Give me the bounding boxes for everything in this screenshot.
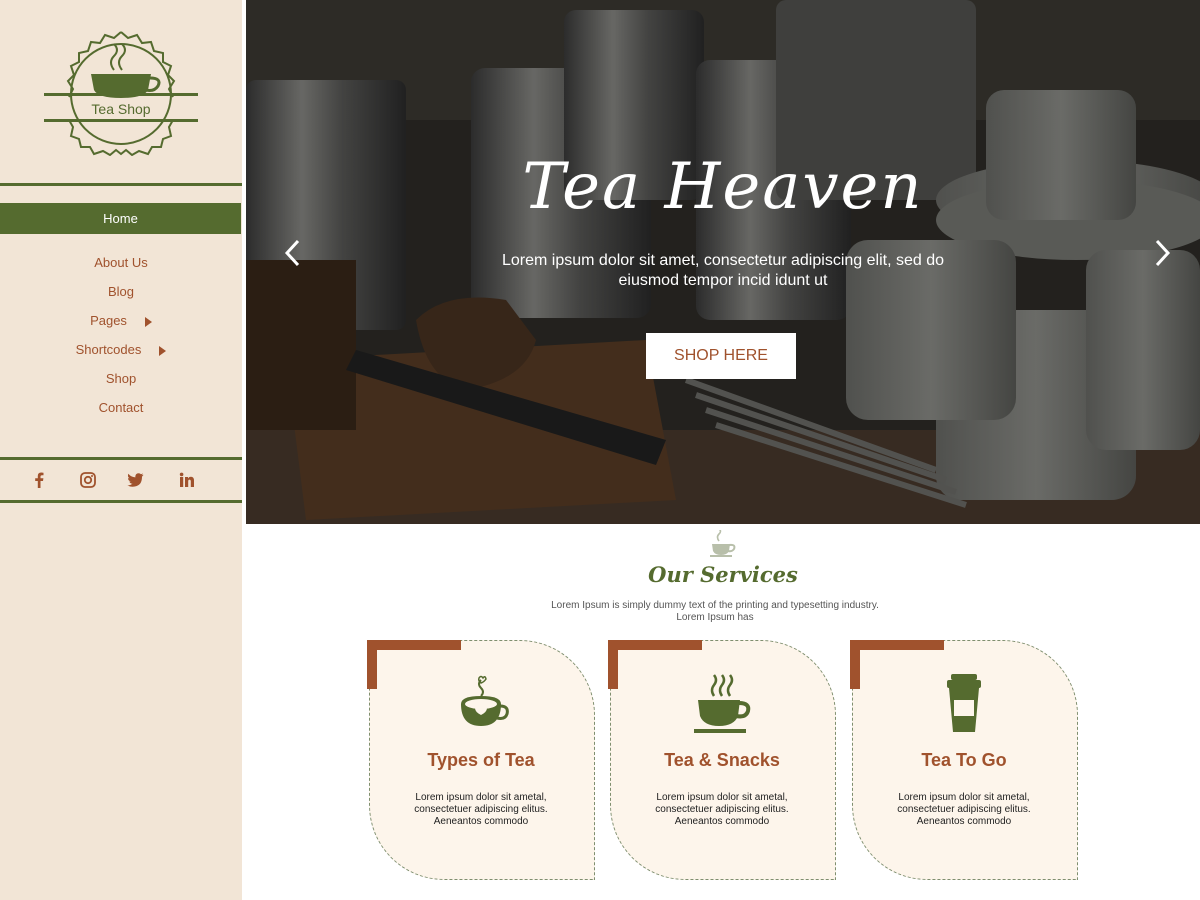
nav-item-contact[interactable]: Contact bbox=[0, 398, 242, 418]
nav-item-home[interactable]: Home bbox=[0, 203, 241, 234]
submenu-arrow-icon[interactable] bbox=[159, 345, 167, 356]
card-corner-accent bbox=[367, 640, 377, 689]
service-card-types-of-tea[interactable]: Types of Tea Lorem ipsum dolor sit ameta… bbox=[367, 640, 595, 882]
card-text: Lorem ipsum dolor sit ametal, consectetu… bbox=[897, 792, 1031, 827]
social-links bbox=[0, 470, 242, 490]
steaming-cup-icon bbox=[694, 674, 751, 733]
sidebar-divider bbox=[0, 500, 242, 503]
instagram-icon[interactable] bbox=[78, 470, 98, 490]
nav-item-label: Shortcodes bbox=[75, 342, 142, 357]
card-text: Lorem ipsum dolor sit ametal, consectetu… bbox=[655, 792, 789, 827]
submenu-arrow-icon[interactable] bbox=[144, 316, 152, 327]
linkedin-icon[interactable] bbox=[177, 470, 197, 490]
card-corner-accent bbox=[608, 640, 702, 650]
card-title: Types of Tea bbox=[427, 750, 535, 770]
slider-prev-button[interactable] bbox=[280, 236, 304, 270]
services-title: Our Services bbox=[648, 562, 798, 587]
sidebar: Tea Shop Home About Us Blog Pages Shortc… bbox=[0, 0, 242, 900]
chevron-left-icon bbox=[284, 239, 300, 267]
card-corner-accent bbox=[850, 640, 860, 689]
shop-here-button[interactable]: SHOP HERE bbox=[646, 333, 796, 379]
nav-item-blog[interactable]: Blog bbox=[0, 282, 242, 302]
card-corner-accent bbox=[367, 640, 461, 650]
nav-item-shortcodes[interactable]: Shortcodes bbox=[0, 340, 242, 360]
service-card-tea-to-go[interactable]: Tea To Go Lorem ipsum dolor sit ametal, … bbox=[850, 640, 1078, 882]
twitter-icon[interactable] bbox=[125, 470, 145, 490]
tea-cup-heart-icon bbox=[461, 675, 509, 726]
nav-item-pages[interactable]: Pages bbox=[0, 311, 242, 331]
card-title: Tea & Snacks bbox=[664, 750, 780, 770]
sidebar-divider bbox=[0, 457, 242, 460]
teacup-decoration-icon bbox=[710, 530, 736, 557]
services-description: Lorem Ipsum is simply dummy text of the … bbox=[551, 600, 879, 623]
takeaway-cup-icon bbox=[947, 674, 981, 732]
card-corner-accent bbox=[850, 640, 944, 650]
nav-item-label: About Us bbox=[94, 255, 148, 270]
card-corner-accent bbox=[608, 640, 618, 689]
logo-text: Tea Shop bbox=[91, 101, 151, 117]
hero-title: Tea Heaven bbox=[522, 150, 924, 224]
nav-item-shop[interactable]: Shop bbox=[0, 369, 242, 389]
nav-item-about-us[interactable]: About Us bbox=[0, 253, 242, 273]
nav-item-label: Shop bbox=[105, 371, 137, 386]
nav-item-label: Pages bbox=[90, 313, 127, 328]
tea-shop-logo[interactable]: Tea Shop bbox=[44, 28, 198, 157]
card-title: Tea To Go bbox=[921, 750, 1007, 770]
hero-subtitle: Lorem ipsum dolor sit amet, consectetur … bbox=[502, 252, 944, 289]
service-card-tea-snacks[interactable]: Tea & Snacks Lorem ipsum dolor sit ameta… bbox=[608, 640, 836, 882]
nav-item-label: Blog bbox=[107, 284, 135, 299]
facebook-icon[interactable] bbox=[29, 470, 49, 490]
logo-badge-icon bbox=[44, 31, 198, 157]
hero-slider: Tea Heaven Lorem ipsum dolor sit amet, c… bbox=[246, 0, 1200, 524]
nav-item-label: Contact bbox=[98, 400, 144, 415]
sidebar-divider bbox=[0, 183, 242, 186]
card-text: Lorem ipsum dolor sit ametal, consectetu… bbox=[414, 792, 548, 827]
chevron-right-icon bbox=[1155, 239, 1171, 267]
slider-next-button[interactable] bbox=[1151, 236, 1175, 270]
